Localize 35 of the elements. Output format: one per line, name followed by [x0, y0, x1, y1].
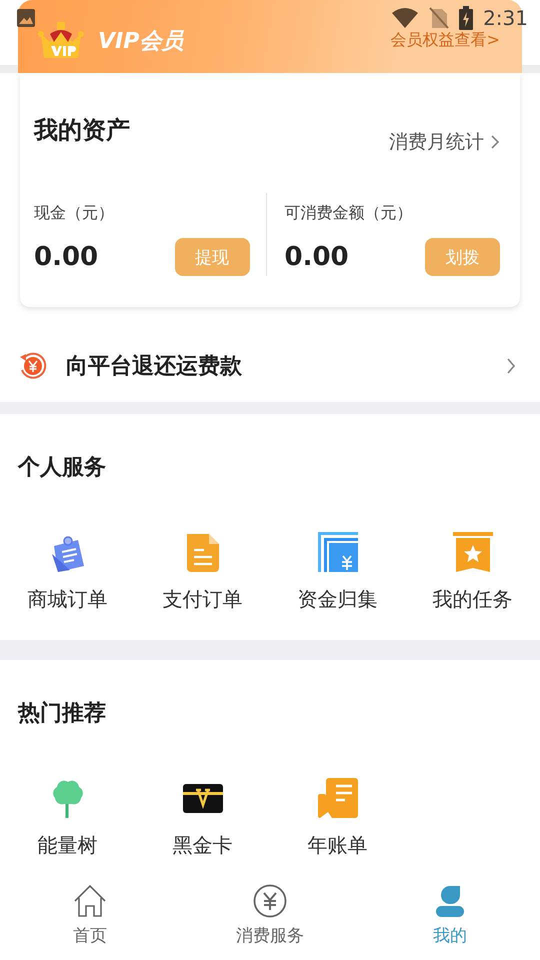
section-title: 热门推荐 [16, 700, 107, 728]
service-item[interactable]: 能量树 [0, 778, 135, 859]
refund-icon [18, 351, 48, 381]
battery-icon [459, 6, 474, 30]
crown-icon [38, 22, 84, 60]
yuan-note-icon [318, 532, 358, 572]
service-item[interactable]: 我的任务 [405, 532, 540, 613]
balance-amount: 0.00 [284, 242, 349, 272]
stats-link[interactable]: 消费月统计 [389, 129, 500, 155]
user-icon [433, 884, 467, 918]
yuan-icon [253, 884, 287, 918]
star-ribbon-icon [452, 532, 492, 572]
home-icon [73, 884, 107, 918]
nav-tab[interactable]: 首页 [0, 880, 180, 960]
vip-title: VIP会员 [98, 28, 184, 56]
chevron-icon [506, 357, 516, 375]
service-item[interactable]: 黑金卡 [135, 778, 270, 859]
balance-label: 现金（元） [34, 203, 115, 224]
service-item[interactable]: 商城订单 [0, 532, 135, 613]
balance-amount: 0.00 [34, 242, 98, 272]
newspaper-icon [318, 778, 358, 818]
service-item[interactable]: 资金归集 [270, 532, 405, 613]
card-title: 我的资产 [34, 115, 130, 146]
nav-tab[interactable]: 消费服务 [180, 880, 360, 960]
service-item[interactable]: 支付订单 [135, 532, 270, 613]
image-icon [16, 8, 36, 28]
refund-label: 向平台退还运费款 [66, 353, 242, 381]
status-time: 2:31 [483, 6, 528, 30]
wifi-icon [391, 7, 420, 29]
chevron-icon [490, 134, 500, 150]
no-sim-icon [429, 7, 450, 29]
section-title: 个人服务 [16, 454, 107, 482]
service-item[interactable]: 年账单 [270, 778, 405, 859]
balance-label: 可消费金额（元） [284, 203, 414, 224]
refund-row[interactable]: 向平台退还运费款 [0, 330, 540, 414]
